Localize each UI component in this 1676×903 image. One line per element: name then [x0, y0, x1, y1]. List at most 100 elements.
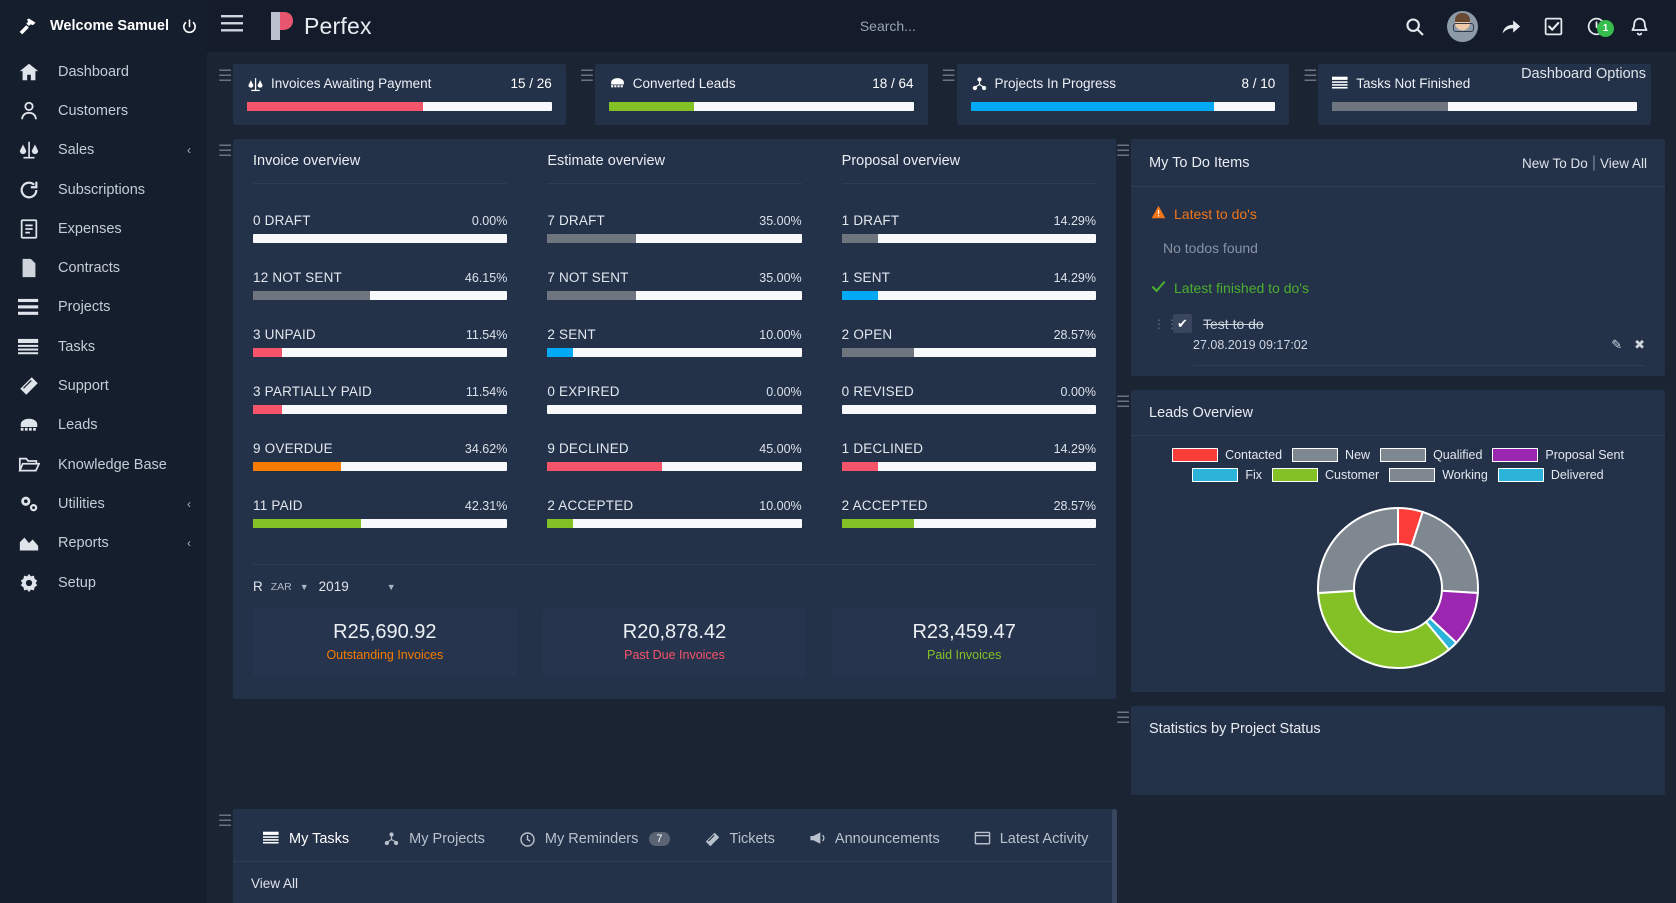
tab-label: My Reminders: [545, 831, 638, 847]
donut-slice-qualified[interactable]: [1412, 512, 1478, 593]
menu-toggle-icon[interactable]: [221, 15, 243, 37]
check-square-icon[interactable]: [1543, 16, 1564, 37]
sidebar-item-projects[interactable]: Projects: [0, 288, 207, 327]
legend-item[interactable]: Working: [1389, 468, 1488, 482]
sidebar-item-tasks[interactable]: Tasks: [0, 327, 207, 366]
tab-my-tasks[interactable]: My Tasks: [247, 823, 365, 861]
share-arrow-icon[interactable]: [1500, 16, 1521, 37]
edit-icon[interactable]: ✎: [1611, 337, 1622, 353]
todo-checkbox[interactable]: ✔: [1173, 314, 1192, 333]
stat-drag-handle[interactable]: ☰: [218, 64, 233, 85]
legend-item[interactable]: Contacted: [1172, 448, 1282, 462]
topbar: Perfex Search... 1: [207, 0, 1676, 52]
overview-item-labels: 2 SENT 10.00%: [547, 314, 801, 342]
chevron-left-icon: ‹: [187, 143, 191, 157]
leads-title: Leads Overview: [1149, 405, 1647, 421]
legend-item[interactable]: Proposal Sent: [1492, 448, 1624, 462]
drag-grip-icon[interactable]: ⋮⋮: [1153, 320, 1162, 328]
overview-item: 12 NOT SENT 46.15%: [253, 257, 507, 300]
todo-label[interactable]: Test to do: [1203, 316, 1264, 332]
stat-drag-handle[interactable]: ☰: [942, 64, 957, 85]
bottom-drag-handle[interactable]: ☰: [218, 809, 233, 830]
tab-label: My Tasks: [289, 831, 349, 847]
close-icon[interactable]: ✖: [1634, 337, 1645, 353]
latest-todos-label: Latest to do's: [1174, 206, 1257, 222]
tab-announcements[interactable]: Announcements: [793, 823, 956, 861]
sidebar-item-knowledge-base[interactable]: Knowledge Base: [0, 445, 207, 484]
panel-drag-handle[interactable]: ☰: [218, 139, 233, 160]
legend-item[interactable]: New: [1292, 448, 1370, 462]
overview-item-labels: 1 DECLINED 14.29%: [842, 428, 1096, 456]
year-select[interactable]: 2019 ▼: [319, 579, 396, 594]
stats-drag-handle[interactable]: ☰: [1116, 706, 1131, 727]
overview-item-labels: 0 EXPIRED 0.00%: [547, 371, 801, 399]
clock-icon[interactable]: 1: [1586, 16, 1607, 37]
overview-item-percent: 35.00%: [759, 214, 801, 228]
sidebar-item-contracts[interactable]: Contracts: [0, 248, 207, 287]
overview-item-percent: 28.57%: [1054, 328, 1096, 342]
stat-drag-handle[interactable]: ☰: [580, 64, 595, 85]
sidebar-item-support[interactable]: Support: [0, 366, 207, 405]
tab-latest-activity[interactable]: Latest Activity: [958, 823, 1105, 861]
sidebar-item-reports[interactable]: Reports ‹: [0, 524, 207, 563]
sidebar-item-label: Projects: [58, 299, 191, 315]
progress-fill: [547, 519, 572, 528]
legend-item[interactable]: Fix: [1192, 468, 1262, 482]
global-search-input[interactable]: Search...: [372, 18, 1404, 34]
sidebar-item-leads[interactable]: Leads: [0, 406, 207, 445]
progress-track: [547, 291, 801, 300]
legend-swatch: [1492, 448, 1538, 462]
legend-item[interactable]: Delivered: [1498, 468, 1604, 482]
tab-tickets[interactable]: Tickets: [688, 823, 791, 861]
overview-panel-wrap: ☰ Invoice overview 0 DRAFT 0.00% 12 NOT …: [218, 139, 1116, 699]
overview-item-label: 0 DRAFT: [253, 213, 311, 228]
donut-slice-working[interactable]: [1318, 508, 1398, 593]
bars-icon: [18, 297, 40, 317]
brand-logo[interactable]: Perfex: [269, 11, 372, 41]
overview-column-1: Estimate overview 7 DRAFT 35.00% 7 NOT S…: [527, 139, 821, 550]
legend-item[interactable]: Qualified: [1380, 448, 1482, 462]
overview-item-percent: 35.00%: [759, 271, 801, 285]
tab-label: Tickets: [730, 831, 775, 847]
avatar[interactable]: [1447, 11, 1478, 42]
donut-slice-customer[interactable]: [1318, 591, 1449, 668]
progress-track: [842, 348, 1096, 357]
sidebar-item-utilities[interactable]: Utilities ‹: [0, 484, 207, 523]
tab-my-reminders[interactable]: My Reminders 7: [503, 823, 686, 861]
sidebar-item-label: Subscriptions: [58, 182, 191, 198]
stat-card-title: Invoices Awaiting Payment: [271, 76, 510, 91]
vertical-scrollbar[interactable]: [1112, 809, 1117, 903]
stat-card-title: Projects In Progress: [995, 76, 1242, 91]
leads-drag-handle[interactable]: ☰: [1116, 390, 1131, 411]
todo-view-all-link[interactable]: View All: [1600, 156, 1647, 171]
sidebar-item-setup[interactable]: Setup: [0, 563, 207, 602]
progress-track: [842, 405, 1096, 414]
overview-item-percent: 11.54%: [466, 385, 507, 399]
overview-item-label: 7 NOT SENT: [547, 270, 628, 285]
progress-track: [842, 519, 1096, 528]
dashboard-options-link[interactable]: Dashboard Options: [1521, 66, 1646, 82]
progress-track: [609, 102, 914, 111]
sidebar-item-dashboard[interactable]: Dashboard: [0, 52, 207, 91]
leads-icon: [18, 415, 40, 435]
overview-item-percent: 0.00%: [472, 214, 507, 228]
sidebar-item-subscriptions[interactable]: Subscriptions: [0, 170, 207, 209]
brand-name: Perfex: [304, 13, 372, 40]
overview-item-label: 11 PAID: [253, 498, 303, 513]
bell-icon[interactable]: [1629, 16, 1650, 37]
bottom-view-all-link[interactable]: View All: [233, 862, 1117, 901]
sidebar-item-sales[interactable]: Sales ‹: [0, 131, 207, 170]
new-todo-link[interactable]: New To Do: [1522, 156, 1588, 171]
tab-my-projects[interactable]: My Projects: [367, 823, 501, 861]
legend-item[interactable]: Customer: [1272, 468, 1379, 482]
overview-item-label: 1 SENT: [842, 270, 890, 285]
sidebar-item-expenses[interactable]: Expenses: [0, 209, 207, 248]
currency-select[interactable]: R ZAR ▼: [253, 579, 309, 594]
scales-icon: [247, 76, 264, 91]
todo-drag-handle[interactable]: ☰: [1116, 139, 1131, 160]
power-icon[interactable]: [181, 18, 198, 35]
sidebar-item-customers[interactable]: Customers: [0, 91, 207, 130]
separator: |: [1592, 154, 1596, 172]
search-icon[interactable]: [1404, 16, 1425, 37]
stat-drag-handle[interactable]: ☰: [1303, 64, 1318, 85]
